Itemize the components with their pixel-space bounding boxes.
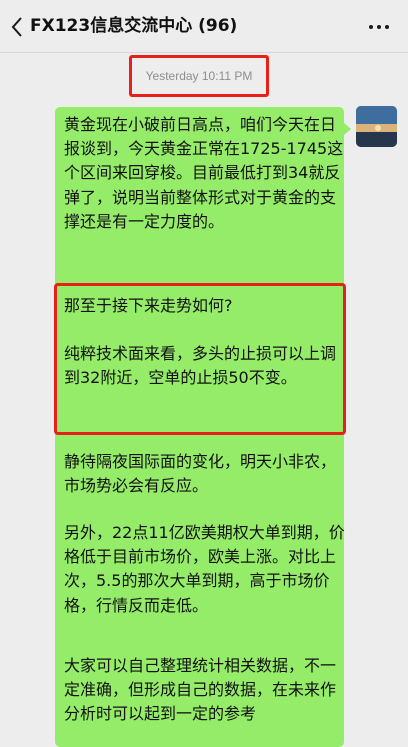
message-paragraph: 大家可以自己整理统计相关数据，不一定准确，但形成自己的数据，在未来作分析时可以起… [64, 656, 337, 724]
chat-title: FX123信息交流中心 (96) [30, 16, 238, 36]
message-paragraph: 黄金现在小破前日高点，咱们今天在日报谈到，今天黄金正常在1725-1745这个区… [64, 115, 344, 231]
ellipsis-icon[interactable] [364, 12, 394, 42]
message-paragraph: 另外，22点11亿欧美期权大单到期，价格低于目前市场价，欧美上涨。对比上次，5.… [64, 523, 345, 615]
message-paragraph: 静待隔夜国际面的变化，明天小非农，市场势必会有反应。 [64, 452, 337, 496]
message-timestamp: Yesterday 10:11 PM [129, 55, 269, 97]
chat-header: FX123信息交流中心 (96) [0, 0, 408, 53]
avatar[interactable] [356, 106, 397, 147]
highlight-box [54, 283, 346, 435]
